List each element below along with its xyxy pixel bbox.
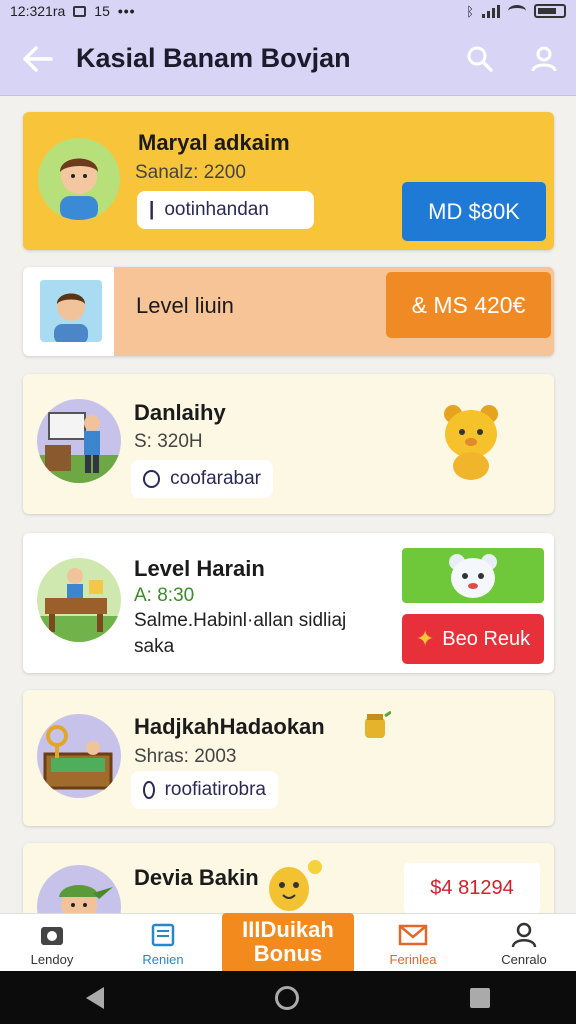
system-back-icon[interactable] bbox=[85, 986, 104, 1009]
status-num: 15 bbox=[94, 3, 110, 19]
player-card-2[interactable]: Level liuin & MS 420€ bbox=[23, 267, 554, 356]
person-icon bbox=[511, 922, 537, 948]
user-icon bbox=[531, 46, 557, 71]
player-name: Danlaihy bbox=[134, 400, 226, 425]
signal-icon bbox=[482, 4, 500, 18]
wifi-icon bbox=[508, 5, 526, 17]
value-label: MD $80K bbox=[428, 198, 520, 224]
bluetooth-icon: ᛒ bbox=[466, 3, 474, 19]
player-tag-label: roofiatirobra bbox=[164, 779, 266, 800]
player-stat: Shras: 2003 bbox=[134, 746, 237, 767]
status-bar: 12:321ra 15 ••• ᛒ bbox=[0, 0, 576, 22]
mail-icon bbox=[398, 924, 428, 946]
avatar bbox=[38, 138, 120, 220]
search-button[interactable] bbox=[448, 22, 512, 96]
system-recents-icon[interactable] bbox=[470, 987, 491, 1008]
avatar bbox=[40, 280, 102, 342]
nav-item-renien[interactable]: Renien bbox=[104, 914, 222, 971]
nav-label: Cenralo bbox=[501, 952, 547, 967]
player-description-cont: saka bbox=[134, 636, 175, 657]
man-avatar-icon bbox=[54, 293, 88, 342]
player-name: Level Harain bbox=[134, 556, 265, 581]
avatar bbox=[37, 714, 121, 798]
claim-label: Beo Reuk bbox=[442, 627, 531, 650]
notification-icon bbox=[73, 5, 87, 17]
nav-label: Lendoy bbox=[30, 952, 74, 967]
player-tag-chip[interactable]: roofiatirobra bbox=[131, 771, 278, 809]
app-bar: Kasial Banam Bovjan bbox=[0, 22, 576, 96]
bonus-label-line1: IIIDuikah bbox=[242, 917, 334, 942]
nav-label: Ferinlea bbox=[389, 952, 437, 967]
player-card-3[interactable]: Danlaihy S: 320H coofarabar bbox=[23, 374, 554, 514]
avatar bbox=[37, 399, 121, 483]
circle-icon bbox=[143, 470, 161, 488]
arrow-left-icon bbox=[23, 45, 53, 72]
player-name: HadjkahHadaokan bbox=[134, 714, 325, 739]
camera-icon bbox=[41, 927, 63, 945]
treasure-avatar-icon bbox=[43, 725, 113, 790]
cap-boy-avatar-icon bbox=[59, 885, 113, 913]
player-name: Devia Bakin bbox=[134, 865, 259, 890]
bear-mascot-icon bbox=[441, 402, 501, 482]
nav-item-cenralo[interactable]: Cenralo bbox=[472, 914, 576, 971]
avatar bbox=[37, 865, 121, 913]
player-stat: A: 8:30 bbox=[134, 585, 195, 606]
cup-mascot-icon bbox=[263, 857, 323, 913]
system-home-icon[interactable] bbox=[274, 985, 299, 1010]
player-tag-label: ootinhandan bbox=[164, 199, 269, 220]
page-title: Kasial Banam Bovjan bbox=[76, 43, 351, 73]
price-panel[interactable]: $4 81294 bbox=[404, 863, 540, 913]
more-notifications-icon: ••• bbox=[117, 3, 136, 19]
player-name: Level liuin bbox=[136, 293, 234, 318]
bonus-button[interactable]: IIIDuikah Bonus bbox=[222, 913, 354, 971]
office-avatar-icon bbox=[37, 412, 121, 483]
player-stat: Sanalz: 2200 bbox=[135, 162, 246, 183]
value-button[interactable]: MD $80K bbox=[402, 182, 546, 241]
player-card-1[interactable]: Maryal adkaim Sanalz: 2200 | ootinhandan… bbox=[23, 112, 554, 250]
avatar bbox=[37, 558, 121, 642]
player-card-4[interactable]: Level Harain A: 8:30 Salme.Habinl·allan … bbox=[23, 533, 554, 673]
desk-avatar-icon bbox=[37, 568, 121, 642]
avatar-panel bbox=[23, 267, 114, 356]
player-tag-label: coofarabar bbox=[170, 468, 261, 489]
player-card-5[interactable]: HadjkahHadaokan Shras: 2003 roofiatirobr… bbox=[23, 690, 554, 826]
search-icon bbox=[467, 46, 493, 72]
bonus-label-line2: Bonus bbox=[253, 941, 323, 966]
circle-icon bbox=[143, 781, 155, 799]
player-tag-chip[interactable]: coofarabar bbox=[131, 460, 273, 498]
nav-label: Renien bbox=[142, 952, 184, 967]
document-icon bbox=[151, 923, 175, 947]
polar-bear-icon bbox=[449, 553, 497, 598]
gift-icon: ✦ bbox=[415, 626, 435, 651]
player-tag-chip[interactable]: | ootinhandan bbox=[137, 191, 314, 229]
honey-jar-icon bbox=[361, 710, 392, 740]
reward-panel[interactable] bbox=[402, 548, 544, 603]
nav-item-ferinlea[interactable]: Ferinlea bbox=[354, 914, 472, 971]
player-stat: S: 320H bbox=[134, 431, 203, 452]
boy-avatar-icon bbox=[60, 158, 98, 220]
price-label: $4 81294 bbox=[430, 876, 514, 899]
text-cursor-icon: | bbox=[149, 199, 155, 220]
value-button[interactable]: & MS 420€ bbox=[386, 272, 551, 338]
profile-button[interactable] bbox=[512, 22, 576, 96]
player-card-6[interactable]: Devia Bakin $4 81294 bbox=[23, 843, 554, 913]
claim-button[interactable]: ✦ Beo Reuk bbox=[402, 614, 544, 664]
status-time: 12:321ra bbox=[10, 3, 66, 19]
system-nav-bar bbox=[0, 971, 576, 1024]
nav-item-lendoy[interactable]: Lendoy bbox=[0, 914, 104, 971]
player-name: Maryal adkaim bbox=[138, 130, 290, 155]
battery-icon bbox=[534, 4, 566, 18]
back-button[interactable] bbox=[0, 22, 76, 96]
value-label: & MS 420€ bbox=[411, 291, 526, 318]
player-description: Salme.Habinl·allan sidliaj bbox=[134, 610, 347, 631]
